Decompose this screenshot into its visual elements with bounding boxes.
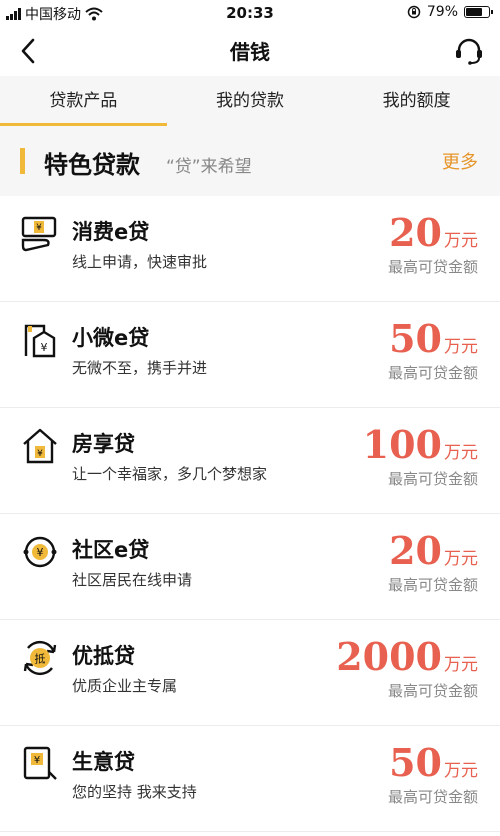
product-desc: 线上申请，快速审批 [72, 253, 208, 271]
section-header: 特色贷款 “贷”来希望 更多 [0, 126, 500, 196]
tab-bar: 贷款产品 我的贷款 我的额度 [0, 76, 500, 126]
svg-text:¥: ¥ [36, 223, 42, 233]
battery-percent: 79% [426, 4, 458, 20]
product-desc: 社区居民在线申请 [72, 571, 193, 589]
amount-unit: 万元 [444, 337, 478, 357]
amount-unit: 万元 [444, 231, 478, 251]
product-amount: 2000 万元 [336, 634, 478, 679]
product-amount: 50 万元 [389, 740, 478, 785]
product-amount: 20 万元 [389, 210, 478, 255]
amount-value: 50 [389, 740, 442, 785]
svg-text:¥: ¥ [37, 546, 44, 559]
product-item-house-loan[interactable]: ¥ 房享贷 让一个幸福家，多几个梦想家 100 万元 最高可贷金额 [0, 408, 500, 514]
product-name: 优抵贷 [72, 644, 135, 668]
status-bar: 中国移动 20:33 79% [0, 0, 500, 26]
page-title: 借钱 [230, 40, 270, 64]
tab-loan-products[interactable]: 贷款产品 [0, 76, 167, 126]
battery-fill [466, 8, 482, 16]
product-desc: 您的坚持 我来支持 [72, 783, 197, 801]
community-icon: ¥ [23, 536, 57, 568]
product-item-small-business-loan[interactable]: ¥ 小微e贷 无微不至，携手并进 50 万元 最高可贷金额 [0, 302, 500, 408]
tab-my-loans[interactable]: 我的贷款 [167, 76, 334, 126]
tab-my-credit[interactable]: 我的额度 [333, 76, 500, 126]
product-amount: 20 万元 [389, 528, 478, 573]
svg-text:¥: ¥ [41, 341, 48, 354]
amount-unit: 万元 [444, 655, 478, 675]
status-right: 79% [407, 4, 493, 20]
product-list: ¥ 消费e贷 线上申请，快速审批 20 万元 最高可贷金额 ¥ 小微e贷 无微不至… [0, 196, 500, 832]
amount-value: 20 [389, 528, 442, 573]
product-item-business-loan[interactable]: ¥ 生意贷 您的坚持 我来支持 50 万元 最高可贷金额 [0, 726, 500, 832]
amount-unit: 万元 [444, 761, 478, 781]
product-desc: 无微不至，携手并进 [72, 359, 208, 377]
product-desc: 让一个幸福家，多几个梦想家 [72, 465, 268, 483]
battery-icon [464, 6, 493, 18]
product-name: 生意贷 [72, 750, 135, 774]
amount-caption: 最高可贷金额 [387, 788, 478, 806]
product-item-consumer-loan[interactable]: ¥ 消费e贷 线上申请，快速审批 20 万元 最高可贷金额 [0, 196, 500, 302]
product-item-mortgage-loan[interactable]: 抵 优抵贷 优质企业主专属 2000 万元 最高可贷金额 [0, 620, 500, 726]
product-name: 社区e贷 [72, 538, 150, 562]
section-subtitle: “贷”来希望 [166, 157, 252, 177]
svg-text:抵: 抵 [35, 652, 46, 666]
business-icon: ¥ [23, 746, 57, 780]
mortgage-icon: 抵 [23, 640, 57, 676]
small-business-icon: ¥ [24, 324, 56, 358]
amount-value: 50 [389, 316, 442, 361]
amount-value: 2000 [336, 634, 442, 679]
product-amount: 100 万元 [363, 422, 478, 467]
product-item-community-loan[interactable]: ¥ 社区e贷 社区居民在线申请 20 万元 最高可贷金额 [0, 514, 500, 620]
customer-service-icon[interactable] [452, 35, 486, 69]
consumer-loan-icon: ¥ [21, 216, 57, 252]
house-icon: ¥ [23, 428, 57, 464]
amount-value: 20 [389, 210, 442, 255]
amount-caption: 最高可贷金额 [387, 682, 478, 700]
amount-unit: 万元 [444, 549, 478, 569]
nav-bar: 借钱 [0, 26, 500, 76]
product-desc: 优质企业主专属 [72, 677, 178, 695]
product-name: 房享贷 [72, 432, 135, 456]
product-name: 消费e贷 [72, 220, 150, 244]
orientation-lock-icon [407, 5, 421, 19]
svg-text:¥: ¥ [37, 449, 43, 459]
amount-caption: 最高可贷金额 [387, 470, 478, 488]
amount-caption: 最高可贷金额 [387, 576, 478, 594]
svg-text:¥: ¥ [34, 755, 40, 766]
section-title: 特色贷款 [44, 151, 140, 179]
section-accent-bar [20, 148, 25, 174]
amount-caption: 最高可贷金额 [387, 364, 478, 382]
product-name: 小微e贷 [72, 326, 150, 350]
more-link[interactable]: 更多 [442, 148, 478, 174]
product-amount: 50 万元 [389, 316, 478, 361]
amount-caption: 最高可贷金额 [387, 258, 478, 276]
amount-value: 100 [362, 422, 442, 467]
amount-unit: 万元 [444, 443, 478, 463]
